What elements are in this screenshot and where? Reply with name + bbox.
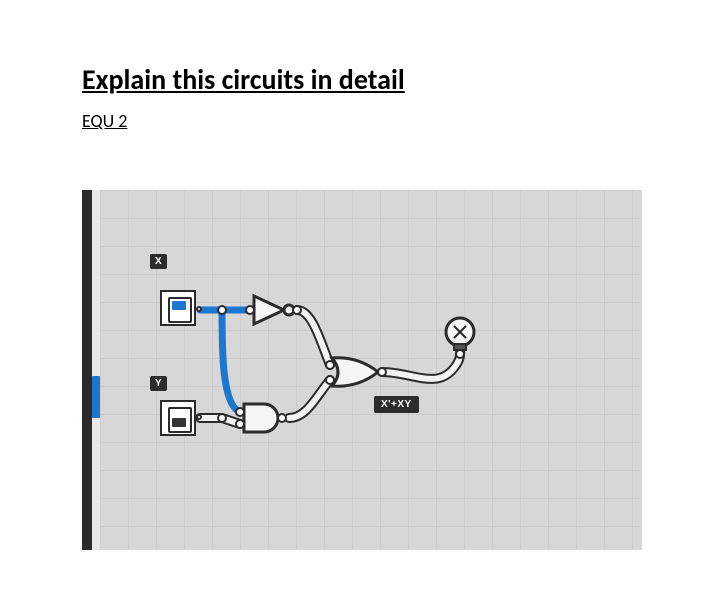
canvas-grid <box>100 190 642 550</box>
input-x-label: X <box>150 254 167 269</box>
switch-x-output-pin[interactable] <box>196 306 202 312</box>
scrollbar-thumb[interactable] <box>92 376 100 418</box>
circuit-canvas: X Y X'+XY <box>82 190 642 550</box>
page-title: Explain this circuits in detail <box>82 62 405 97</box>
equation-label: EQU 2 <box>82 110 127 132</box>
scrollbar-track[interactable] <box>92 190 100 550</box>
sidebar-strip <box>82 190 92 550</box>
switch-x[interactable] <box>160 290 196 326</box>
output-expression-label: X'+XY <box>374 396 419 413</box>
switch-y-output-pin[interactable] <box>196 414 202 420</box>
switch-y[interactable] <box>160 400 196 436</box>
input-y-label: Y <box>150 376 167 391</box>
